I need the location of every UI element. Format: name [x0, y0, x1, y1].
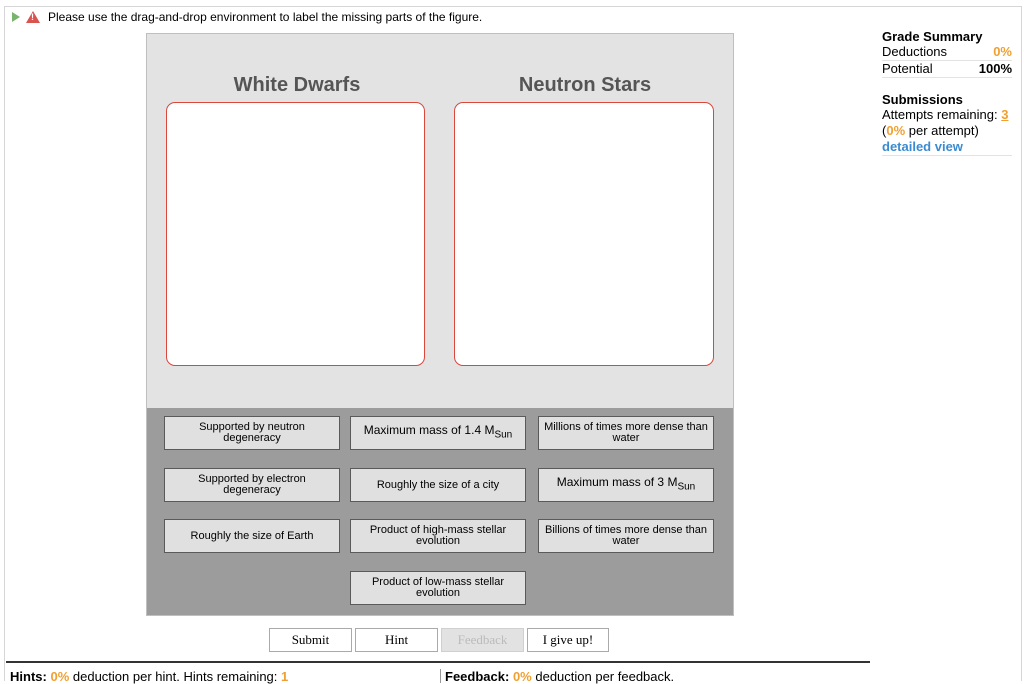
label-card[interactable]: Billions of times more dense than water	[538, 519, 714, 553]
zone-title-neutron-stars: Neutron Stars	[518, 74, 652, 96]
instruction-text: Please use the drag-and-drop environment…	[48, 10, 483, 24]
feedback-button: Feedback	[441, 628, 524, 652]
hints-info: Hints: 0% deduction per hint. Hints rema…	[10, 669, 288, 684]
label-text: Supported by neutron degeneracy	[199, 421, 305, 444]
hints-text: deduction per hint. Hints remaining:	[72, 669, 278, 684]
hint-button[interactable]: Hint	[355, 628, 438, 652]
zone-title-white-dwarfs: White Dwarfs	[233, 74, 361, 96]
detailed-view-link[interactable]: detailed view	[882, 139, 963, 154]
label-text: Billions of times more dense than water	[544, 524, 708, 547]
attempts-value: 3	[1001, 107, 1009, 122]
submit-button[interactable]: Submit	[269, 628, 352, 652]
label-card[interactable]: Product of high-mass stellar evolution	[350, 519, 526, 553]
per-attempt-pct: 0%	[886, 123, 906, 138]
attempts-line: Attempts remaining: 3	[882, 107, 1012, 123]
sun-subscript: Sun	[494, 429, 513, 441]
warning-icon: !	[26, 11, 40, 23]
play-icon[interactable]	[12, 12, 20, 22]
potential-row: Potential 100%	[882, 61, 1012, 78]
per-attempt-text: per attempt)	[908, 123, 979, 138]
label-card[interactable]: Maximum mass of 1.4 MSun	[350, 416, 526, 450]
label-text: Product of low-mass stellar evolution	[371, 576, 505, 599]
potential-label: Potential	[882, 61, 933, 76]
label-text: Product of high-mass stellar evolution	[369, 524, 507, 547]
drag-drop-canvas: White Dwarfs Neutron Stars Supported by …	[146, 33, 734, 616]
submissions-title: Submissions	[882, 92, 963, 107]
detailed-view-row: detailed view	[882, 139, 1012, 156]
label-text-main: Maximum mass of 1.4 M	[363, 423, 495, 438]
feedback-text: deduction per feedback.	[535, 669, 675, 684]
deductions-value: 0%	[993, 44, 1012, 59]
feedback-pct: 0%	[512, 669, 532, 684]
label-card[interactable]: Supported by electron degeneracy	[164, 468, 340, 502]
deductions-row: Deductions 0%	[882, 44, 1012, 61]
label-card[interactable]: Product of low-mass stellar evolution	[350, 571, 526, 605]
drop-zone-white-dwarfs[interactable]	[166, 102, 425, 366]
drop-zone-neutron-stars[interactable]	[454, 102, 714, 366]
label-card[interactable]: Roughly the size of a city	[350, 468, 526, 502]
feedback-label: Feedback:	[445, 669, 510, 684]
hints-label: Hints:	[10, 669, 47, 684]
attempts-label: Attempts remaining:	[882, 107, 998, 122]
potential-value: 100%	[978, 61, 1012, 76]
grade-summary-panel: Grade Summary Deductions 0% Potential 10…	[882, 29, 1012, 156]
label-card[interactable]: Roughly the size of Earth	[164, 519, 340, 553]
hints-bar: Hints: 0% deduction per hint. Hints rema…	[6, 661, 870, 684]
per-attempt-line: (0% per attempt)	[882, 123, 979, 138]
instruction-row: ! Please use the drag-and-drop environme…	[12, 9, 482, 25]
label-text: Roughly the size of Earth	[190, 529, 314, 542]
grade-summary-title: Grade Summary	[882, 29, 983, 44]
hints-remaining: 1	[281, 669, 289, 684]
sun-subscript: Sun	[677, 481, 696, 493]
label-card[interactable]: Millions of times more dense than water	[538, 416, 714, 450]
label-text: Supported by electron degeneracy	[198, 473, 306, 496]
label-tray: Supported by neutron degeneracy Maximum …	[147, 408, 733, 615]
label-card[interactable]: Maximum mass of 3 MSun	[538, 468, 714, 502]
label-text: Roughly the size of a city	[376, 478, 500, 491]
label-text-main: Maximum mass of 3 M	[556, 475, 678, 490]
label-text: Maximum mass of 1.4 MSun	[363, 423, 513, 441]
label-card[interactable]: Supported by neutron degeneracy	[164, 416, 340, 450]
label-text: Maximum mass of 3 MSun	[556, 475, 696, 493]
deductions-label: Deductions	[882, 44, 948, 59]
give-up-button[interactable]: I give up!	[527, 628, 609, 652]
label-text: Millions of times more dense than water	[544, 421, 708, 444]
hints-pct: 0%	[50, 669, 70, 684]
